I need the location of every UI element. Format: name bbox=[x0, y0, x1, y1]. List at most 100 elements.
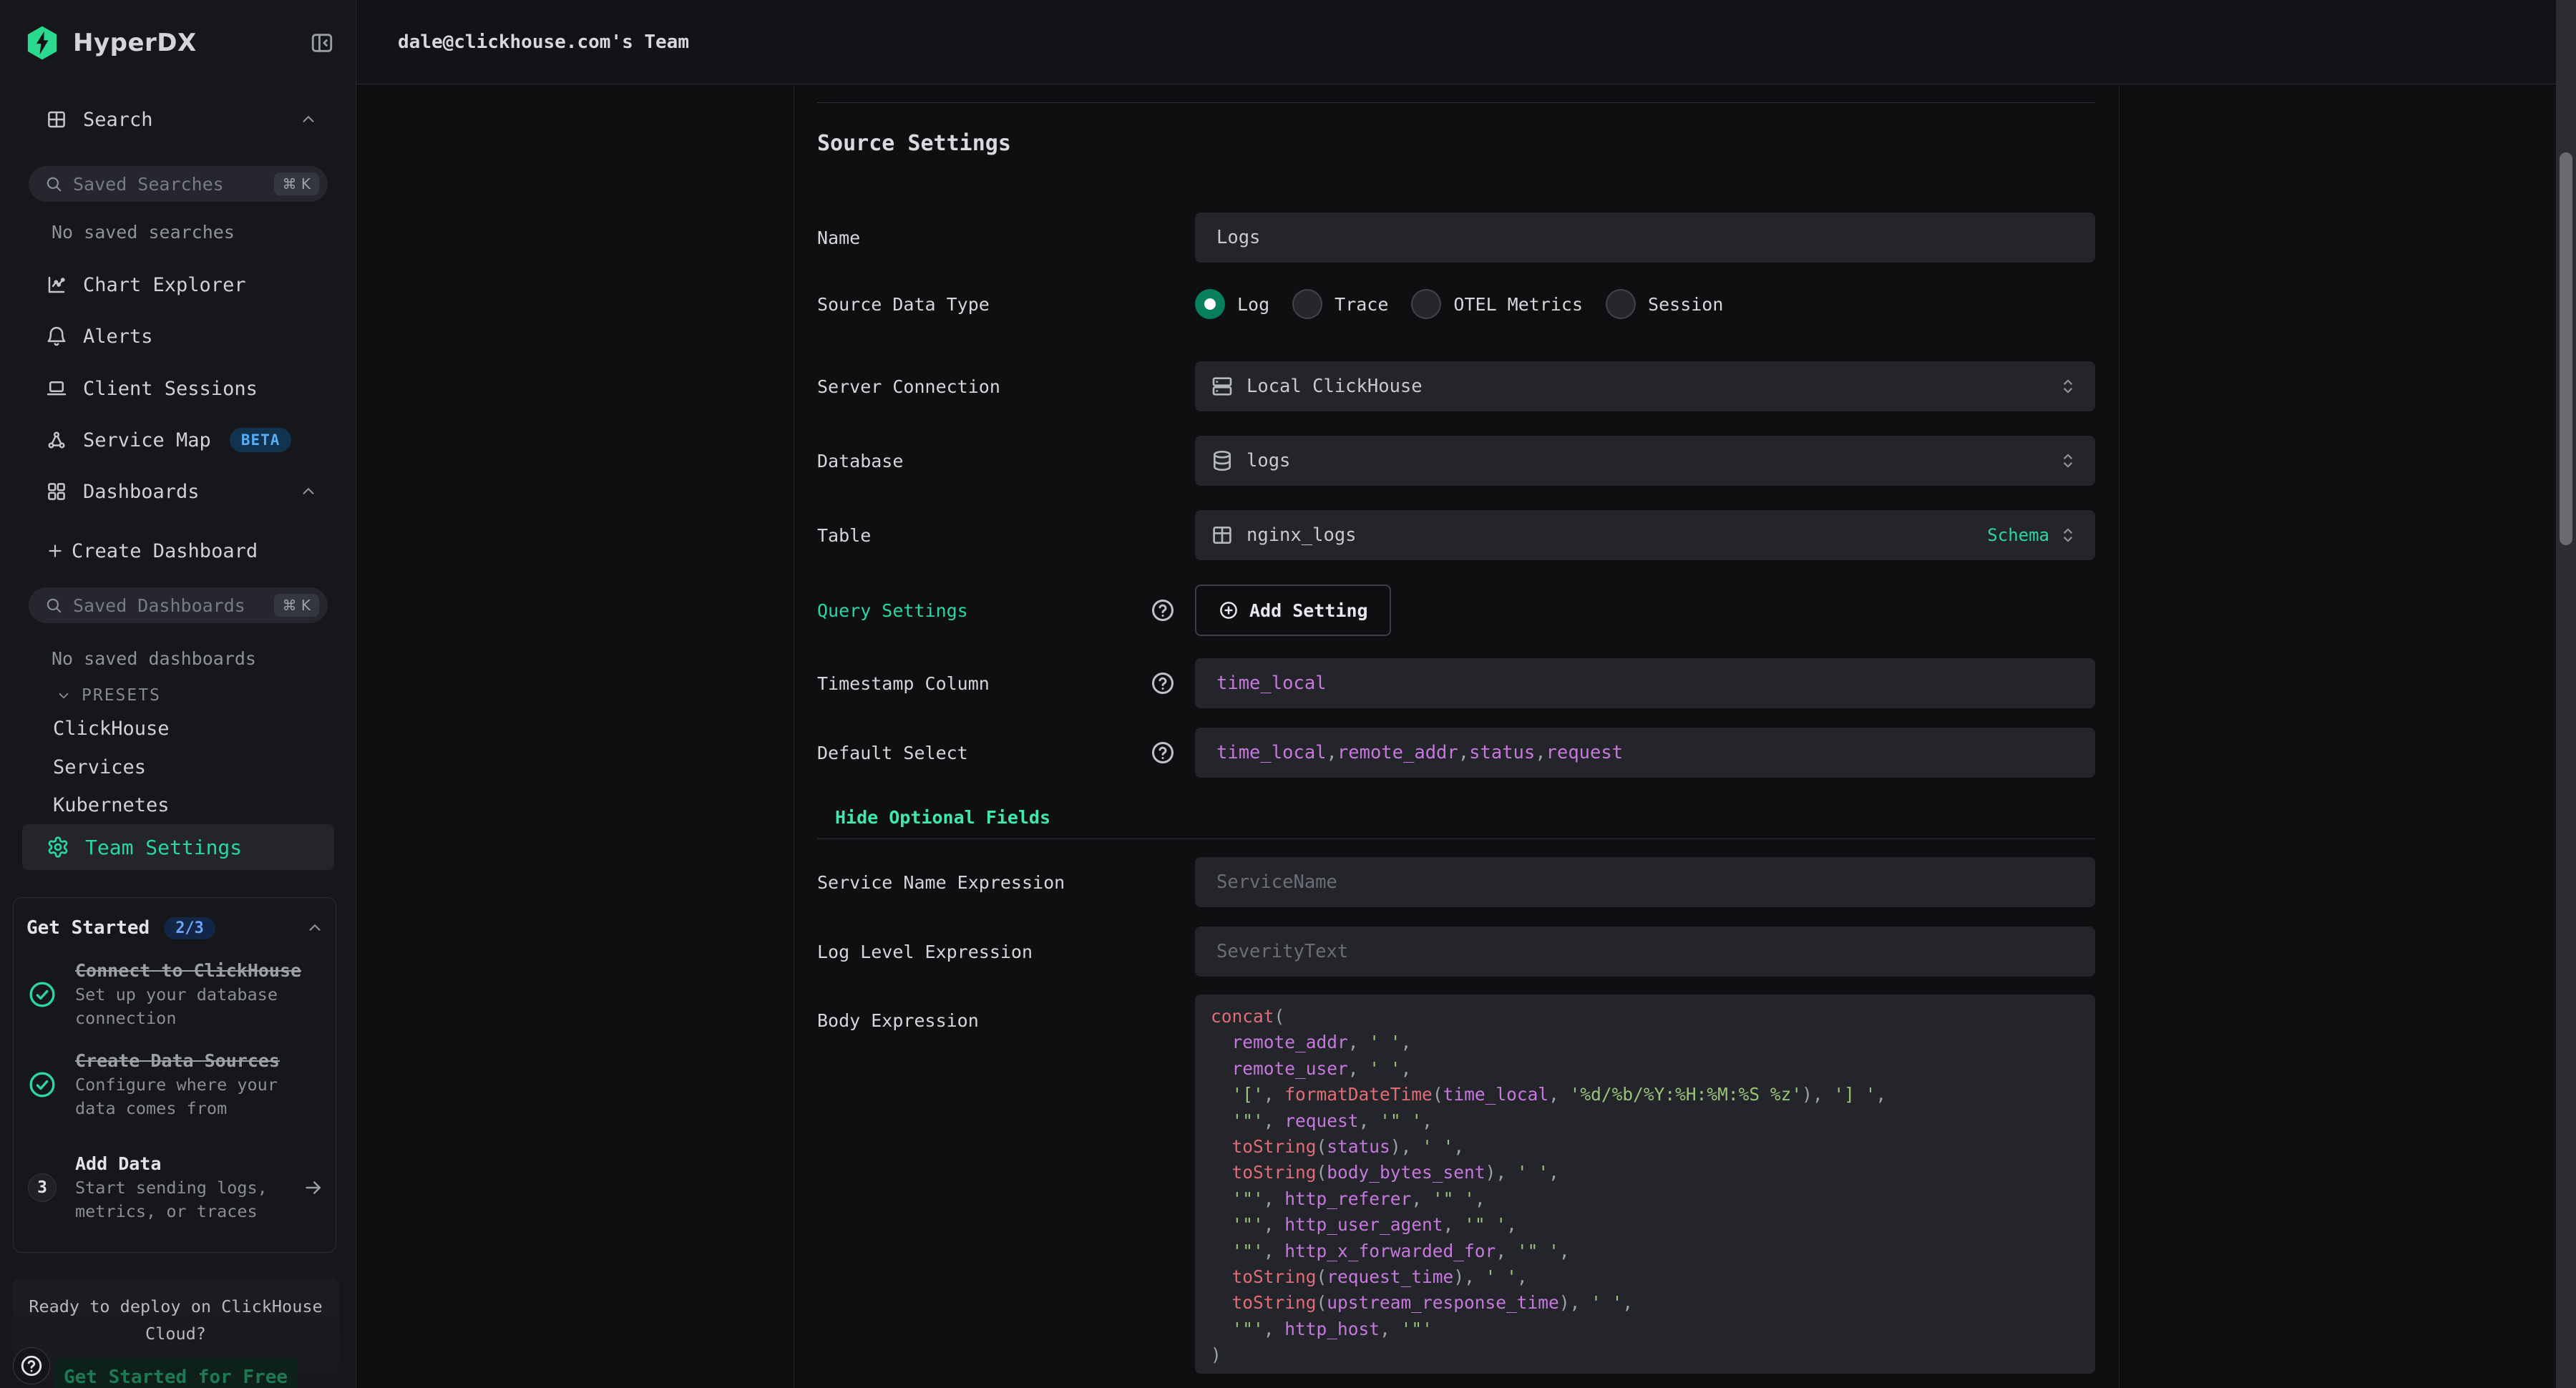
radio-option-trace[interactable]: Trace bbox=[1292, 289, 1388, 319]
radio-label: Log bbox=[1237, 294, 1269, 315]
sidebar-item-client-sessions[interactable]: Client Sessions bbox=[0, 373, 356, 404]
help-button[interactable] bbox=[13, 1347, 50, 1384]
create-dashboard-button[interactable]: Create Dashboard bbox=[0, 535, 356, 567]
left-panel bbox=[356, 85, 794, 1388]
divider bbox=[817, 102, 2095, 103]
step-title: Connect to ClickHouse bbox=[75, 960, 301, 981]
name-input[interactable] bbox=[1216, 227, 2078, 248]
form-row-log-level: Log Level Expression bbox=[817, 927, 2095, 977]
code-line: toString(body_bytes_sent), ' ', bbox=[1211, 1160, 2095, 1186]
scrollbar-thumb[interactable] bbox=[2560, 152, 2572, 545]
query-settings-label: Query Settings bbox=[817, 600, 968, 621]
sidebar-item-dashboards[interactable]: Dashboards bbox=[0, 476, 356, 507]
saved-searches-input[interactable] bbox=[73, 174, 274, 195]
preset-services[interactable]: Services bbox=[53, 754, 146, 780]
database-select[interactable]: logs bbox=[1195, 436, 2095, 486]
chevron-up-icon bbox=[299, 482, 318, 501]
service-name-label: Service Name Expression bbox=[817, 872, 1065, 893]
server-connection-select[interactable]: Local ClickHouse bbox=[1195, 361, 2095, 411]
code-line: concat( bbox=[1211, 1004, 2095, 1030]
preset-kubernetes[interactable]: Kubernetes bbox=[53, 792, 170, 818]
database-label: Database bbox=[817, 451, 903, 471]
sidebar-item-team-settings[interactable]: Team Settings bbox=[22, 824, 334, 870]
beta-badge: BETA bbox=[230, 428, 292, 452]
form-row-server-connection: Server Connection Local ClickHouse bbox=[817, 361, 2095, 411]
get-started-step-3[interactable]: 3Add DataStart sending logs,metrics, or … bbox=[28, 1151, 324, 1223]
service-name-field[interactable] bbox=[1195, 857, 2095, 907]
radio-circle[interactable] bbox=[1606, 289, 1636, 319]
step-title: Add Data bbox=[75, 1153, 161, 1174]
presets-toggle[interactable]: PRESETS bbox=[56, 685, 161, 706]
body-expression-label: Body Expression bbox=[817, 1010, 979, 1031]
get-started-step-2[interactable]: Create Data SourcesConfigure where yourd… bbox=[28, 1048, 324, 1120]
presets-label: PRESETS bbox=[82, 686, 161, 705]
service-name-input[interactable] bbox=[1216, 871, 2078, 893]
saved-dashboards-searchbox[interactable]: ⌘ K bbox=[29, 587, 328, 623]
sidebar-item-chart-explorer[interactable]: Chart Explorer bbox=[0, 269, 356, 300]
code-line: '"', request, '" ', bbox=[1211, 1108, 2095, 1134]
radio-circle[interactable] bbox=[1411, 289, 1441, 319]
sidebar-item-alerts[interactable]: Alerts bbox=[0, 321, 356, 352]
scrollbar-track bbox=[2556, 0, 2576, 1388]
help-circle-icon[interactable] bbox=[1150, 597, 1176, 623]
timestamp-column-value: time_local bbox=[1216, 673, 1327, 694]
table-icon bbox=[1211, 524, 1234, 547]
log-level-field[interactable] bbox=[1195, 927, 2095, 977]
default-select-label: Default Select bbox=[817, 743, 968, 763]
radio-circle[interactable] bbox=[1195, 289, 1225, 319]
team-title: dale@clickhouse.com's Team bbox=[398, 31, 689, 53]
sidebar: HyperDX Search ⌘ K No saved searches Cha… bbox=[0, 0, 356, 1388]
search-icon bbox=[44, 596, 63, 615]
source-data-type-label: Source Data Type bbox=[817, 294, 990, 315]
sidebar-item-label: Dashboards bbox=[83, 481, 200, 503]
chevron-up-icon bbox=[306, 919, 324, 937]
table-value: nginx_logs bbox=[1246, 524, 1357, 546]
add-setting-button[interactable]: Add Setting bbox=[1195, 585, 1391, 636]
form-row-timestamp-column: Timestamp Column time_local bbox=[817, 658, 2095, 708]
server-icon bbox=[1211, 375, 1234, 398]
get-started-free-button[interactable]: Get Started for Free bbox=[54, 1357, 298, 1388]
form-row-database: Database logs bbox=[817, 436, 2095, 486]
help-circle-icon[interactable] bbox=[1150, 740, 1176, 766]
step-description: Start sending logs,metrics, or traces bbox=[75, 1176, 268, 1223]
preset-clickhouse[interactable]: ClickHouse bbox=[53, 715, 170, 741]
cloud-promo-text: Ready to deploy on ClickHouse Cloud? bbox=[12, 1293, 339, 1347]
sidebar-item-search[interactable]: Search bbox=[0, 104, 356, 135]
sidebar-item-label: Client Sessions bbox=[83, 378, 258, 400]
log-level-input[interactable] bbox=[1216, 941, 2078, 962]
saved-dashboards-input[interactable] bbox=[73, 595, 274, 616]
bell-icon bbox=[46, 326, 67, 347]
logo-row: HyperDX bbox=[26, 21, 334, 64]
timestamp-column-field[interactable]: time_local bbox=[1195, 658, 2095, 708]
radio-option-session[interactable]: Session bbox=[1606, 289, 1723, 319]
kbd-shortcut: ⌘ K bbox=[274, 594, 319, 617]
default-select-field[interactable]: time_local, remote_addr, status, request bbox=[1195, 728, 2095, 778]
body-expression-editor[interactable]: concat( remote_addr, ' ', remote_user, '… bbox=[1195, 994, 2095, 1374]
name-field[interactable] bbox=[1195, 212, 2095, 263]
get-started-step-1[interactable]: Connect to ClickHouseSet up your databas… bbox=[28, 958, 324, 1030]
check-circle-icon bbox=[28, 980, 57, 1009]
timestamp-column-label: Timestamp Column bbox=[817, 673, 990, 694]
code-line: remote_user, ' ', bbox=[1211, 1056, 2095, 1082]
code-line: '"', http_host, '"' bbox=[1211, 1316, 2095, 1342]
cloud-promo-card: Ready to deploy on ClickHouse Cloud? Get… bbox=[12, 1279, 339, 1388]
radio-option-log[interactable]: Log bbox=[1195, 289, 1269, 319]
select-chevrons-icon bbox=[2058, 525, 2078, 545]
select-chevrons-icon bbox=[2058, 451, 2078, 471]
code-line: '"', http_referer, '" ', bbox=[1211, 1186, 2095, 1212]
get-started-header[interactable]: Get Started 2/3 bbox=[26, 914, 324, 942]
sidebar-item-service-map[interactable]: Service MapBETA bbox=[0, 424, 356, 456]
sidebar-collapse-icon[interactable] bbox=[310, 31, 334, 55]
saved-searches-searchbox[interactable]: ⌘ K bbox=[29, 166, 328, 202]
radio-option-otel-metrics[interactable]: OTEL Metrics bbox=[1411, 289, 1583, 319]
schema-link[interactable]: Schema bbox=[1987, 525, 2049, 545]
get-started-card: Get Started 2/3 Connect to ClickHouseSet… bbox=[13, 897, 336, 1253]
code-line: toString(status), ' ', bbox=[1211, 1134, 2095, 1160]
radio-circle[interactable] bbox=[1292, 289, 1322, 319]
hide-optional-fields-link[interactable]: Hide Optional Fields bbox=[835, 803, 1050, 831]
arrow-right-icon bbox=[303, 1177, 324, 1198]
code-line: '"', http_x_forwarded_for, '" ', bbox=[1211, 1238, 2095, 1264]
table-select[interactable]: nginx_logs Schema bbox=[1195, 510, 2095, 560]
help-circle-icon[interactable] bbox=[1150, 670, 1176, 696]
step-title: Create Data Sources bbox=[75, 1050, 280, 1071]
